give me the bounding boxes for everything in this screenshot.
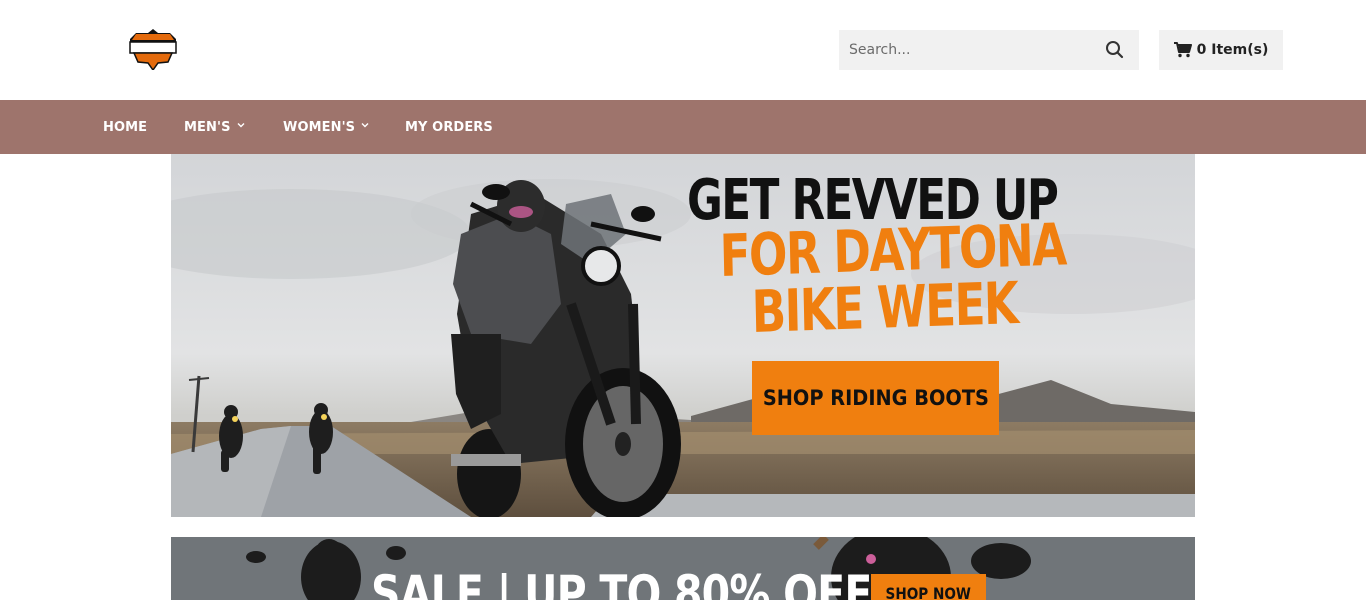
chevron-down-icon <box>361 123 369 128</box>
cart-count-label: 0 Item(s) <box>1196 42 1269 58</box>
nav-item-mens[interactable]: MEN'S <box>184 100 245 154</box>
cart-button[interactable]: 0 Item(s) <box>1159 30 1283 70</box>
cta-label: SHOP NOW <box>885 584 972 600</box>
search-input[interactable] <box>839 30 1099 70</box>
shop-riding-boots-button[interactable]: SHOP RIDING BOOTS <box>752 361 999 435</box>
cta-label: SHOP RIDING BOOTS <box>762 386 989 410</box>
search-icon <box>1106 41 1124 59</box>
shop-now-button[interactable]: SHOP NOW <box>871 574 986 600</box>
nav-item-label: WOMEN'S <box>283 119 356 135</box>
search-button[interactable] <box>1105 40 1125 60</box>
nav-item-home[interactable]: HOME <box>103 100 147 154</box>
cart-icon <box>1173 42 1192 58</box>
hero-headline-line3: BIKE WEEK <box>751 269 1019 346</box>
nav-item-label: HOME <box>103 119 148 135</box>
search-bar <box>839 30 1139 70</box>
brand-logo[interactable] <box>128 29 178 72</box>
nav-item-label: MEN'S <box>184 119 231 135</box>
nav-item-my-orders[interactable]: MY ORDERS <box>405 100 493 154</box>
sale-banner[interactable]: SALE | UP TO 80% OFF SHOP NOW <box>171 537 1195 600</box>
nav-item-label: MY ORDERS <box>405 119 493 135</box>
chevron-down-icon <box>237 123 245 128</box>
sale-headline: SALE | UP TO 80% OFF <box>371 565 872 600</box>
hero-banner[interactable]: GET REVVED UP FOR DAYTONA BIKE WEEK SHOP… <box>171 154 1195 517</box>
harley-davidson-logo-icon <box>129 29 177 72</box>
site-header: 0 Item(s) <box>0 0 1366 100</box>
main-nav: HOME MEN'S WOMEN'S MY ORDERS <box>0 100 1366 154</box>
nav-item-womens[interactable]: WOMEN'S <box>283 100 369 154</box>
